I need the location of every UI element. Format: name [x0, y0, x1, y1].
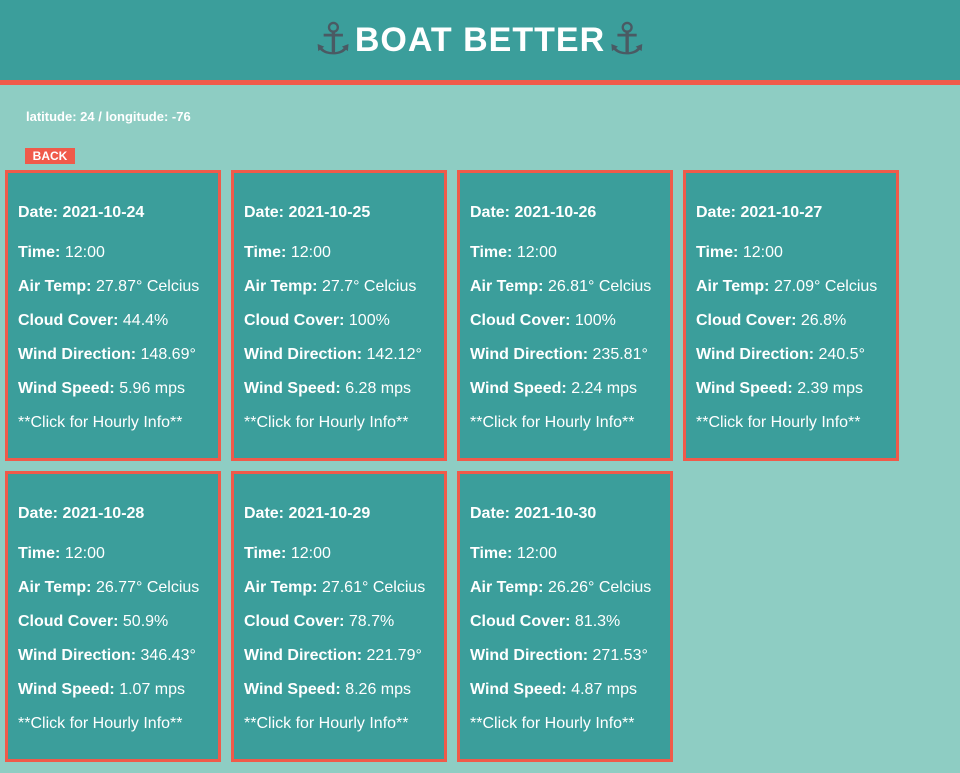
card-air-temp: Air Temp: 26.81° Celcius: [470, 278, 652, 295]
card-wind-direction: Wind Direction: 240.5°: [696, 346, 865, 363]
card-air-temp: Air Temp: 27.61° Celcius: [244, 579, 426, 596]
card-air-temp: Air Temp: 26.77° Celcius: [18, 579, 200, 596]
forecast-card[interactable]: Date: 2021-10-30 Time: 12:00 Air Temp: 2…: [457, 471, 673, 762]
card-wind-direction: Wind Direction: 271.53°: [470, 647, 648, 664]
card-date: Date: 2021-10-25: [244, 204, 371, 221]
forecast-card[interactable]: Date: 2021-10-28 Time: 12:00 Air Temp: 2…: [5, 471, 221, 762]
card-wind-speed: Wind Speed: 2.39 mps: [696, 380, 864, 397]
hourly-info-link[interactable]: **Click for Hourly Info**: [470, 413, 670, 432]
card-wind-direction: Wind Direction: 142.12°: [244, 346, 422, 363]
card-cloud-cover: Cloud Cover: 78.7%: [244, 613, 395, 630]
app-title: BOAT BETTER: [354, 20, 606, 59]
card-date: Date: 2021-10-26: [470, 204, 597, 221]
card-air-temp: Air Temp: 27.09° Celcius: [696, 278, 878, 295]
location-coordinates: latitude: 24 / longitude: -76: [26, 109, 191, 124]
card-date: Date: 2021-10-27: [696, 204, 823, 221]
forecast-card[interactable]: Date: 2021-10-24 Time: 12:00 Air Temp: 2…: [5, 170, 221, 461]
card-time: Time: 12:00: [18, 545, 105, 562]
card-time: Time: 12:00: [244, 545, 331, 562]
forecast-card[interactable]: Date: 2021-10-25 Time: 12:00 Air Temp: 2…: [231, 170, 447, 461]
card-wind-direction: Wind Direction: 235.81°: [470, 346, 648, 363]
card-time: Time: 12:00: [18, 244, 105, 261]
card-wind-direction: Wind Direction: 221.79°: [244, 647, 422, 664]
card-air-temp: Air Temp: 27.7° Celcius: [244, 278, 417, 295]
hourly-info-link[interactable]: **Click for Hourly Info**: [470, 714, 670, 733]
hourly-info-link[interactable]: **Click for Hourly Info**: [18, 413, 218, 432]
card-wind-direction: Wind Direction: 346.43°: [18, 647, 196, 664]
brand: ⚓ BOAT BETTER ⚓: [313, 18, 646, 62]
card-air-temp: Air Temp: 26.26° Celcius: [470, 579, 652, 596]
card-time: Time: 12:00: [696, 244, 783, 261]
card-date: Date: 2021-10-28: [18, 505, 145, 522]
card-date: Date: 2021-10-30: [470, 505, 597, 522]
forecast-card[interactable]: Date: 2021-10-27 Time: 12:00 Air Temp: 2…: [683, 170, 899, 461]
card-cloud-cover: Cloud Cover: 81.3%: [470, 613, 621, 630]
card-wind-speed: Wind Speed: 8.26 mps: [244, 681, 412, 698]
card-air-temp: Air Temp: 27.87° Celcius: [18, 278, 200, 295]
hourly-info-link[interactable]: **Click for Hourly Info**: [244, 413, 444, 432]
card-date: Date: 2021-10-29: [244, 505, 371, 522]
card-wind-speed: Wind Speed: 6.28 mps: [244, 380, 412, 397]
app-header: ⚓ BOAT BETTER ⚓: [0, 0, 960, 85]
forecast-card[interactable]: Date: 2021-10-26 Time: 12:00 Air Temp: 2…: [457, 170, 673, 461]
forecast-card[interactable]: Date: 2021-10-29 Time: 12:00 Air Temp: 2…: [231, 471, 447, 762]
card-cloud-cover: Cloud Cover: 26.8%: [696, 312, 847, 329]
card-time: Time: 12:00: [244, 244, 331, 261]
card-date: Date: 2021-10-24: [18, 204, 145, 221]
card-cloud-cover: Cloud Cover: 100%: [244, 312, 390, 329]
card-wind-speed: Wind Speed: 1.07 mps: [18, 681, 186, 698]
back-button[interactable]: BACK: [25, 148, 75, 164]
card-wind-speed: Wind Speed: 5.96 mps: [18, 380, 186, 397]
card-wind-direction: Wind Direction: 148.69°: [18, 346, 196, 363]
card-cloud-cover: Cloud Cover: 50.9%: [18, 613, 169, 630]
hourly-info-link[interactable]: **Click for Hourly Info**: [696, 413, 896, 432]
card-wind-speed: Wind Speed: 2.24 mps: [470, 380, 638, 397]
card-cloud-cover: Cloud Cover: 100%: [470, 312, 616, 329]
card-time: Time: 12:00: [470, 545, 557, 562]
hourly-info-link[interactable]: **Click for Hourly Info**: [244, 714, 444, 733]
card-cloud-cover: Cloud Cover: 44.4%: [18, 312, 169, 329]
forecast-grid: Date: 2021-10-24 Time: 12:00 Air Temp: 2…: [5, 170, 905, 762]
anchor-icon: ⚓: [313, 14, 353, 65]
hourly-info-link[interactable]: **Click for Hourly Info**: [18, 714, 218, 733]
anchor-icon: ⚓: [607, 14, 647, 65]
card-wind-speed: Wind Speed: 4.87 mps: [470, 681, 638, 698]
card-time: Time: 12:00: [470, 244, 557, 261]
